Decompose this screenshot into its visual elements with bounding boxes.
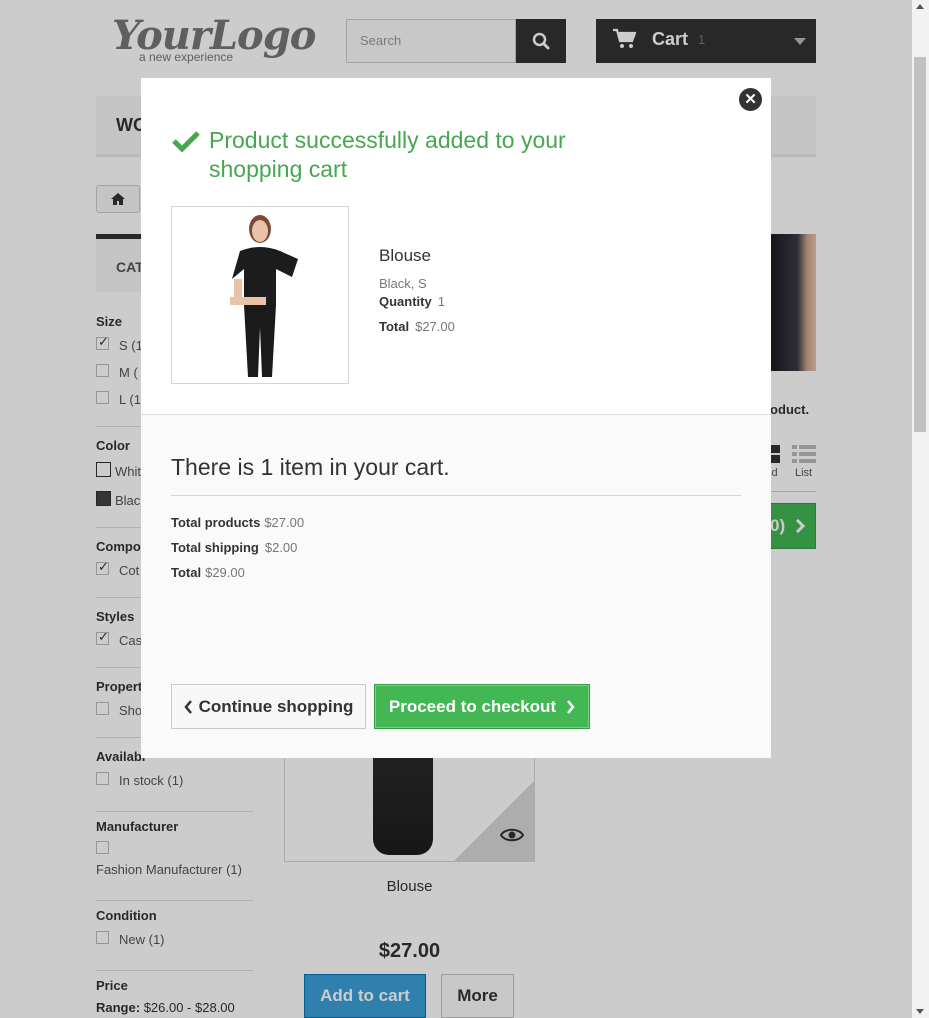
scroll-down-arrow-icon[interactable] — [916, 1009, 924, 1014]
total-shipping-label: Total shipping — [171, 540, 259, 555]
total-products-label: Total products — [171, 515, 261, 530]
scrollbar-thumb[interactable] — [914, 57, 926, 432]
modal-product-name: Blouse — [379, 246, 431, 265]
grand-total-value: $29.00 — [205, 565, 245, 580]
add-to-cart-modal: ✕ Product successfully added to your sho… — [141, 78, 771, 758]
close-icon[interactable]: ✕ — [738, 87, 763, 112]
modal-quantity-row: Quantity 1 — [379, 294, 445, 309]
total-products-row: Total products $27.00 — [171, 515, 304, 530]
total-products-value: $27.00 — [264, 515, 305, 530]
quantity-label: Quantity — [379, 294, 432, 309]
total-shipping-value: $2.00 — [264, 540, 298, 555]
checkmark-icon — [172, 131, 200, 152]
success-message: Product successfully added to your shopp… — [209, 127, 566, 182]
grand-total-label: Total — [171, 565, 202, 580]
product-photo — [230, 215, 298, 377]
total-shipping-row: Total shipping $2.00 — [171, 540, 297, 555]
cart-count-text: There is 1 item in your cart. — [171, 454, 450, 480]
modal-product-attributes: Black, S — [379, 276, 427, 291]
page-scrollbar[interactable] — [912, 0, 929, 1018]
quantity-value: 1 — [437, 294, 445, 309]
chevron-left-icon — [183, 699, 192, 714]
continue-shopping-button[interactable]: Continue shopping — [171, 684, 366, 729]
modal-product-image — [171, 206, 349, 384]
grand-total-row: Total $29.00 — [171, 565, 245, 580]
modal-total-row: Total $27.00 — [379, 319, 455, 334]
chevron-right-icon — [567, 699, 575, 714]
total-value: $27.00 — [415, 319, 455, 334]
scroll-up-arrow-icon[interactable] — [916, 4, 924, 9]
continue-shopping-label: Continue shopping — [198, 696, 354, 716]
total-label: Total — [379, 319, 410, 334]
divider — [171, 495, 741, 496]
proceed-to-checkout-button[interactable]: Proceed to checkout — [374, 684, 590, 729]
proceed-to-checkout-label: Proceed to checkout — [388, 696, 557, 716]
